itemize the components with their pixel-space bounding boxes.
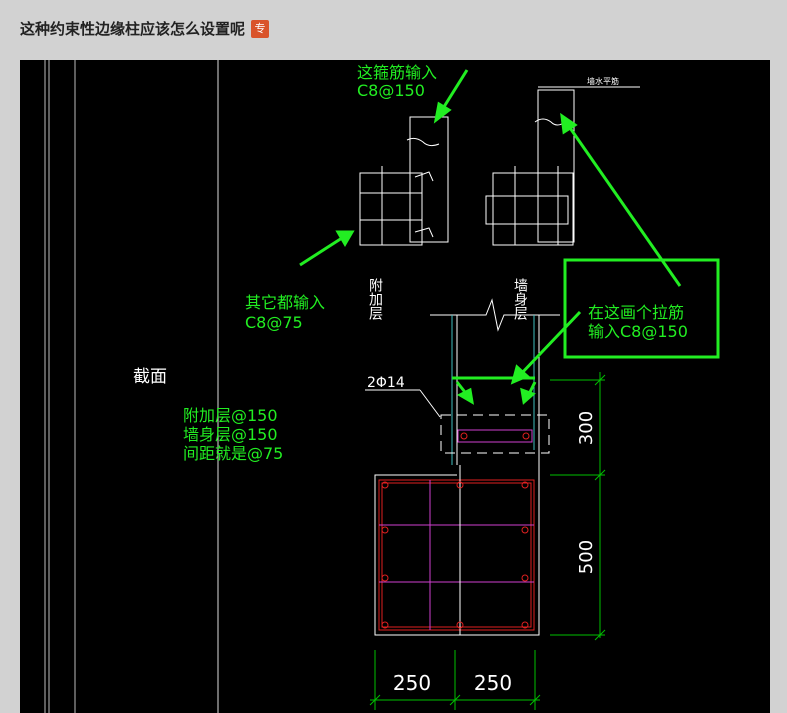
stirrup-arrow [433,69,469,124]
label-small-top: 墙水平筋 [587,76,619,86]
rebar-callout [365,389,441,418]
label-wall-layer: 墙身层 [512,278,528,320]
spacing-line2: 墙身层@150 [183,425,278,444]
dim-500: 500 [576,540,597,574]
other-note-line1: 其它都输入 [245,293,325,312]
expert-badge: 专 [251,19,270,38]
tie-bar-small [457,429,533,443]
stirrup-note-line1: 这箍筋输入 [357,63,437,82]
section-label: 截面 [133,367,167,387]
wall-break-line [430,298,560,475]
cad-drawing-image: 截面 附加层 墙身层 墙水平筋 2Φ14 300 500 250 250 这箍筋… [20,60,770,713]
post-title-text: 这种约束性边缘柱应该怎么设置呢 [20,20,246,38]
dim-300: 300 [576,411,597,445]
dim-250-right: 250 [474,671,512,695]
spacing-line3: 间距就是@75 [183,444,283,463]
left-border-lines [44,60,219,713]
detail-additional-layer [359,116,449,246]
other-note-line2: C8@75 [245,313,303,332]
other-arrow [299,230,355,267]
spacing-line1: 附加层@150 [183,406,278,425]
tie-note-line2: 输入C8@150 [588,322,688,341]
rebar-label: 2Φ14 [367,375,405,391]
label-additional-layer: 附加层 [367,278,383,320]
cad-drawing-svg: 截面 附加层 墙身层 墙水平筋 2Φ14 300 500 250 250 这箍筋… [44,60,720,713]
post-title: 这种约束性边缘柱应该怎么设置呢 专 [20,18,270,39]
stirrup-note-line2: C8@150 [357,81,425,100]
rebar-dot [522,432,530,440]
main-column [374,465,540,636]
rebar-dot [460,432,468,440]
detail-wall-layer [485,86,640,246]
dim-250-left: 250 [393,671,431,695]
tie-note-line1: 在这画个拉筋 [588,303,684,322]
